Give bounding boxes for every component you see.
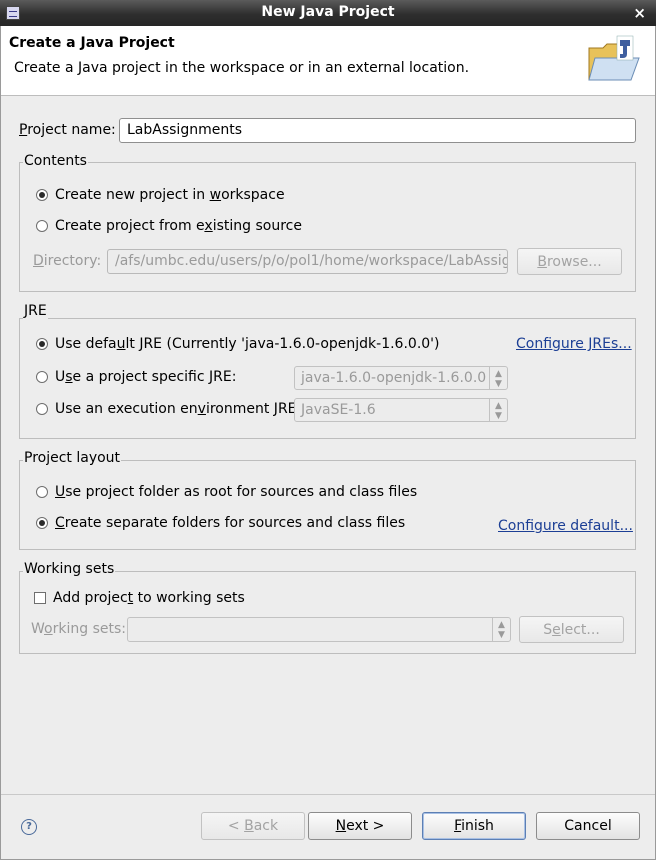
finish-button[interactable]: Finish	[422, 812, 526, 840]
configure-default-link[interactable]: Configure default...	[498, 518, 633, 534]
jre-group-label: JRE	[23, 303, 48, 319]
create-new-project-label[interactable]: Create new project in workspace	[55, 187, 285, 203]
create-from-existing-radio[interactable]	[36, 220, 48, 232]
project-name-label: Project name:	[19, 122, 116, 138]
project-specific-jre-radio[interactable]	[36, 371, 48, 383]
window-title: New Java Project	[261, 4, 395, 20]
wizard-page-message: Create a Java project in the workspace o…	[14, 60, 470, 76]
separate-folders-radio[interactable]	[36, 517, 48, 529]
project-folder-as-root-label[interactable]: Use project folder as root for sources a…	[55, 484, 417, 500]
project-specific-jre-select[interactable]: java-1.6.0-openjdk-1.6.0.0 ▲ ▼	[294, 366, 508, 390]
wizard-header: Create a Java Project Create a Java proj…	[1, 26, 655, 96]
project-specific-jre-label[interactable]: Use a project specific JRE:	[55, 369, 236, 385]
separate-folders-label[interactable]: Create separate folders for sources and …	[55, 515, 405, 531]
execution-environment-jre-label[interactable]: Use an execution environment JRE:	[55, 401, 301, 417]
execution-environment-select[interactable]: JavaSE-1.6 ▲ ▼	[294, 398, 508, 422]
chevron-updown-icon: ▲ ▼	[489, 367, 507, 389]
use-default-jre-radio[interactable]	[36, 338, 48, 350]
configure-jres-link[interactable]: Configure JREs...	[516, 336, 632, 352]
add-to-working-sets-label[interactable]: Add project to working sets	[53, 590, 245, 606]
window-titlebar: New Java Project ×	[0, 0, 656, 26]
working-sets-group-label: Working sets	[23, 561, 116, 577]
project-name-input[interactable]: LabAssignments	[119, 118, 636, 143]
use-default-jre-label[interactable]: Use default JRE (Currently 'java-1.6.0-o…	[55, 336, 439, 352]
create-new-project-radio[interactable]	[36, 189, 48, 201]
project-layout-group-label: Project layout	[23, 450, 122, 466]
project-folder-as-root-radio[interactable]	[36, 486, 48, 498]
back-button[interactable]: < Back	[201, 812, 305, 840]
window-border-left	[0, 26, 1, 860]
project-layout-group	[19, 460, 636, 550]
create-from-existing-label[interactable]: Create project from existing source	[55, 218, 302, 234]
execution-environment-jre-radio[interactable]	[36, 403, 48, 415]
select-working-sets-button[interactable]: Select...	[519, 616, 624, 643]
add-to-working-sets-checkbox[interactable]	[34, 592, 46, 604]
cancel-button[interactable]: Cancel	[536, 812, 640, 840]
close-icon[interactable]: ×	[633, 4, 646, 22]
footer-separator	[1, 794, 655, 795]
help-icon[interactable]: ?	[21, 819, 37, 835]
next-button[interactable]: Next >	[308, 812, 412, 840]
chevron-updown-icon: ▲ ▼	[489, 399, 507, 421]
directory-label: Directory:	[33, 253, 102, 269]
wizard-page-title: Create a Java Project	[9, 35, 175, 51]
working-sets-label: Working sets:	[31, 621, 126, 637]
chevron-updown-icon: ▲ ▼	[492, 618, 510, 641]
contents-group-label: Contents	[23, 153, 88, 169]
browse-button[interactable]: Browse...	[517, 248, 622, 275]
java-project-folder-icon	[588, 35, 640, 81]
directory-input[interactable]: /afs/umbc.edu/users/p/o/pol1/home/worksp…	[107, 249, 508, 274]
working-sets-select[interactable]: ▲ ▼	[127, 617, 511, 642]
